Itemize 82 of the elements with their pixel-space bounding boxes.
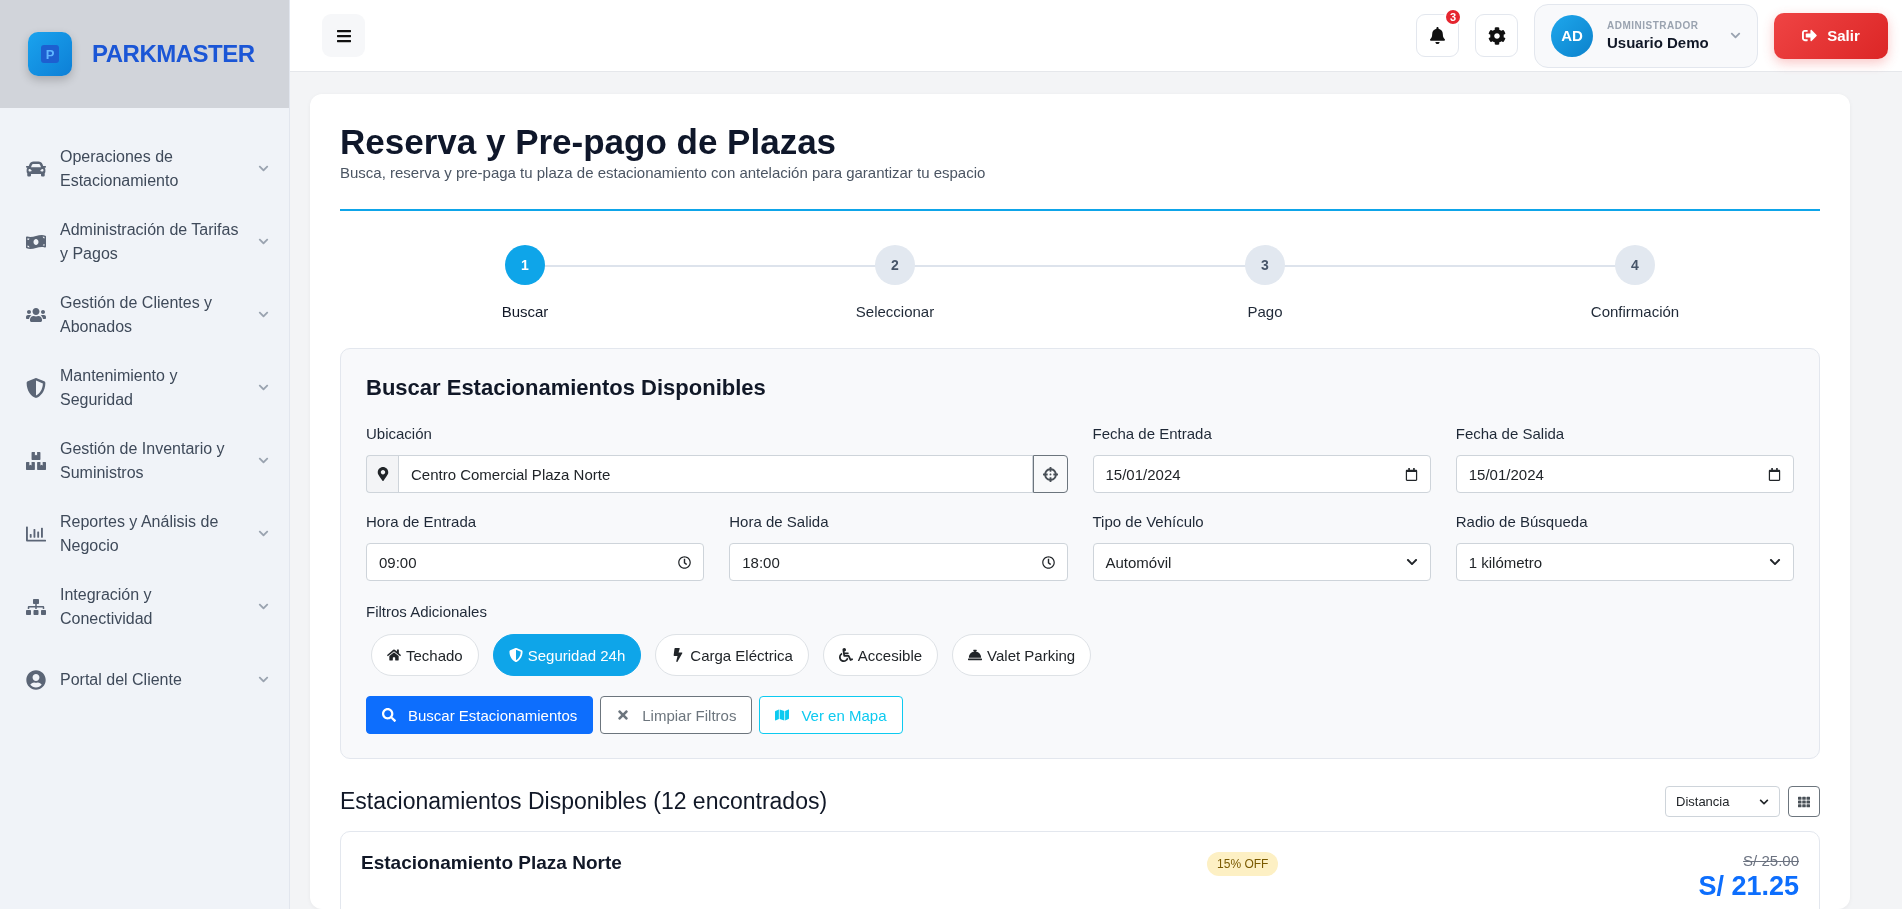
field-label: Fecha de Entrada bbox=[1092, 425, 1213, 443]
filter-chip[interactable]: Accesible bbox=[822, 634, 939, 677]
notification-count: 3 bbox=[1444, 8, 1462, 26]
chevron-down-icon bbox=[1730, 30, 1741, 41]
locate-button[interactable] bbox=[1032, 455, 1068, 494]
parking-name: Estacionamiento Plaza Norte bbox=[361, 852, 623, 875]
time-field[interactable]: 09:00 bbox=[366, 543, 705, 582]
sidebar-item[interactable]: Portal del Cliente bbox=[0, 655, 289, 704]
user-role: ADMINISTRADOR bbox=[1607, 20, 1699, 31]
menu-button[interactable] bbox=[322, 14, 365, 57]
step-label: Confirmación bbox=[1590, 303, 1680, 321]
user-menu[interactable]: AD ADMINISTRADOR Usuario Demo bbox=[1534, 3, 1758, 68]
sidebar-item[interactable]: Gestión de Clientes y Abonados bbox=[0, 290, 289, 339]
calendar-icon bbox=[1768, 467, 1781, 481]
field-label: Tipo de Vehículo bbox=[1092, 513, 1205, 531]
section-title: Buscar Estacionamientos Disponibles bbox=[366, 375, 767, 402]
shield-icon bbox=[508, 648, 523, 663]
clear-filters-button[interactable]: Limpiar Filtros bbox=[600, 696, 753, 735]
sidebar-item[interactable]: Mantenimiento y Seguridad bbox=[0, 363, 289, 412]
old-price: S/ 25.00 bbox=[1743, 852, 1799, 870]
field-label: Fecha de Salida bbox=[1455, 425, 1566, 443]
step-number: 2 bbox=[875, 245, 915, 286]
time-field[interactable]: 18:00 bbox=[729, 543, 1068, 582]
logo-icon: P bbox=[28, 32, 72, 76]
step-label: Buscar bbox=[501, 303, 549, 321]
discount-badge: 15% OFF bbox=[1207, 852, 1279, 877]
sidebar-item[interactable]: Reportes y Análisis de Negocio bbox=[0, 509, 289, 558]
calendar-icon bbox=[1404, 467, 1418, 481]
date-field[interactable]: 15/01/2024 bbox=[1092, 455, 1431, 494]
bell-icon bbox=[1429, 27, 1446, 44]
user-icon bbox=[26, 669, 46, 690]
crosshair-icon bbox=[1042, 466, 1058, 482]
date-field[interactable]: 15/01/2024 bbox=[1455, 455, 1794, 494]
field-label: Hora de Entrada bbox=[366, 513, 478, 531]
filters-label: Filtros Adicionales bbox=[366, 603, 488, 621]
filter-chip[interactable]: Techado bbox=[371, 634, 479, 677]
service-bell-icon bbox=[968, 648, 983, 663]
sidebar-item[interactable]: Gestión de Inventario y Suministros bbox=[0, 436, 289, 485]
filter-chip[interactable]: Valet Parking bbox=[952, 634, 1092, 677]
page-subtitle: Busca, reserva y pre-paga tu plaza de estacionamiento con antelación para garantizar tu espacio bbox=[340, 164, 987, 182]
settings-icon bbox=[1487, 26, 1506, 45]
field-label: Radio de Búsqueda bbox=[1455, 513, 1589, 531]
map-pin-icon bbox=[366, 455, 398, 494]
settings-button[interactable] bbox=[1475, 14, 1518, 57]
clock-icon bbox=[678, 555, 692, 569]
sidebar-item[interactable]: Integración y Conectividad bbox=[0, 582, 289, 631]
step-number: 3 bbox=[1245, 245, 1285, 286]
results-title: Estacionamientos Disponibles (12 encontrados) bbox=[340, 788, 829, 816]
chevron-down-icon bbox=[1759, 796, 1769, 807]
sidebar-item[interactable]: Administración de Tarifas y Pagos bbox=[0, 217, 289, 266]
sidebar-item[interactable]: Operaciones de Estacionamiento bbox=[0, 144, 289, 193]
step-number: 1 bbox=[505, 245, 545, 286]
house-icon bbox=[387, 648, 401, 663]
sign-out-icon bbox=[1802, 28, 1818, 43]
step-number: 4 bbox=[1615, 245, 1655, 286]
user-name: Usuario Demo bbox=[1607, 34, 1709, 51]
select-field[interactable]: Automóvil bbox=[1092, 543, 1431, 582]
avatar: AD bbox=[1551, 14, 1593, 57]
shield-icon bbox=[26, 377, 46, 398]
sort-select[interactable]: Distancia bbox=[1665, 786, 1780, 818]
price: S/ 21.25 bbox=[1698, 871, 1799, 903]
field-label: Hora de Salida bbox=[729, 513, 830, 531]
step-label: Pago bbox=[1247, 303, 1283, 321]
clock-icon bbox=[1041, 555, 1055, 569]
search-button[interactable]: Buscar Estacionamientos bbox=[366, 696, 594, 735]
boxes-icon bbox=[26, 450, 46, 471]
location-field[interactable]: Centro Comercial Plaza Norte bbox=[398, 455, 1033, 494]
close-icon bbox=[616, 708, 631, 723]
grid-view-button[interactable] bbox=[1788, 786, 1820, 818]
select-field[interactable]: 1 kilómetro bbox=[1455, 543, 1794, 582]
map-icon bbox=[775, 708, 790, 723]
brand-name: PARKMASTER bbox=[92, 40, 255, 68]
network-icon bbox=[26, 596, 46, 617]
logout-button[interactable]: Salir bbox=[1774, 12, 1888, 59]
grid-icon bbox=[1798, 795, 1810, 808]
menu-icon bbox=[335, 27, 352, 44]
filter-chip[interactable]: Carga Eléctrica bbox=[655, 634, 809, 677]
step-label: Seleccionar bbox=[855, 303, 935, 321]
search-icon bbox=[382, 708, 396, 723]
wheelchair-icon bbox=[838, 648, 853, 663]
field-label: Ubicación bbox=[366, 425, 433, 443]
page-title: Reserva y Pre-pago de Plazas bbox=[340, 122, 838, 163]
